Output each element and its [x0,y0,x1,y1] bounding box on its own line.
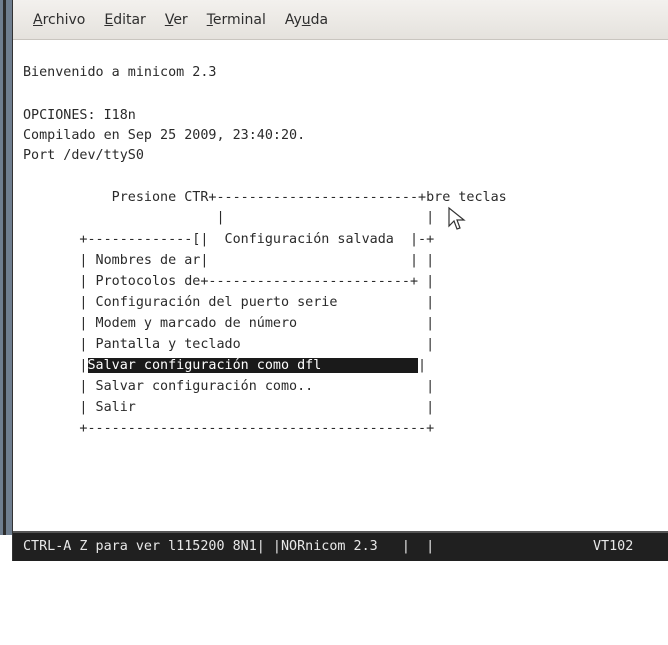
menu-terminal[interactable]: Terminal [207,12,266,28]
status-terminal-type: VT102 [593,539,634,554]
help-hint-line: Presione CTR+-------------------------+b… [23,190,507,205]
menu-archivo[interactable]: Archivo [33,12,85,28]
terminal-window: Archivo Editar Ver Terminal Ayuda Bienve… [12,0,668,561]
menu-item-pantalla[interactable]: | Pantalla y teclado | [23,335,434,355]
menu-bottom-border: +---------------------------------------… [23,421,435,436]
compiled-line: Compilado en Sep 25 2009, 23:40:20. [23,128,306,143]
menu-ver[interactable]: Ver [165,12,188,28]
menu-item-salvar-dfl[interactable]: |Salvar configuración como dfl | [23,356,426,376]
status-left-text: CTRL-A Z para ver l115200 8N1| |NORnicom… [23,539,435,554]
dialog-border-line: | | [23,210,435,225]
options-line: OPCIONES: I18n [23,108,136,123]
menu-item-salvar-dfl-label: Salvar configuración como dfl [87,358,419,373]
menu-item-protocolos[interactable]: | Protocolos de+------------------------… [23,272,434,292]
menu-border-left: | [23,358,88,373]
menu-item-salvar-como[interactable]: | Salvar configuración como.. | [23,377,434,397]
menu-border-right: | [418,358,427,373]
menu-item-modem[interactable]: | Modem y marcado de número | [23,314,434,334]
port-line: Port /dev/ttyS0 [23,148,144,163]
terminal-screen[interactable]: Bienvenido a minicom 2.3 OPCIONES: I18n … [13,41,668,531]
welcome-line: Bienvenido a minicom 2.3 [23,65,217,80]
status-bar: CTRL-A Z para ver l115200 8N1| |NORnicom… [13,531,668,561]
menu-item-salir[interactable]: | Salir | [23,398,434,418]
saved-dialog-line: +-------------[| Configuración salvada |… [23,232,435,247]
menu-editar[interactable]: Editar [104,12,145,28]
menu-item-config-puerto[interactable]: | Configuración del puerto serie | [23,293,434,313]
menubar: Archivo Editar Ver Terminal Ayuda [13,0,668,40]
menu-ayuda[interactable]: Ayuda [285,12,328,28]
menu-item-nombres[interactable]: | Nombres de ar| | | [23,251,434,271]
mouse-pointer-icon [448,206,466,230]
